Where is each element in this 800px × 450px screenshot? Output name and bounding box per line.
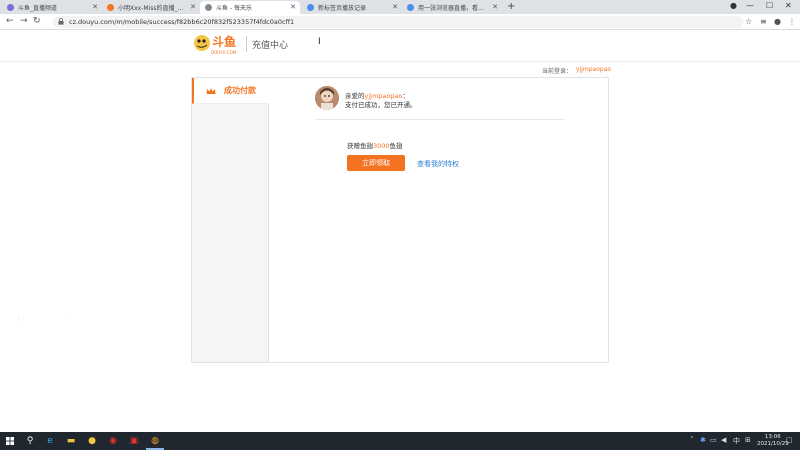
content-divider bbox=[315, 119, 565, 120]
search-icon[interactable]: ⚲ bbox=[24, 435, 36, 447]
close-window-icon[interactable]: ✕ bbox=[785, 1, 792, 10]
view-privileges-link[interactable]: 查看我的特权 bbox=[417, 159, 459, 169]
menu-dots-icon[interactable]: ⋮ bbox=[788, 17, 796, 26]
header-divider-line bbox=[0, 61, 800, 62]
tab-title: 小明Xxx-Miss的直播_斗地... bbox=[118, 5, 188, 12]
faint-mark: · bbox=[68, 316, 70, 322]
browser-tab-bar: 斗鱼_直播频道 ✕ 小明Xxx-Miss的直播_斗地... ✕ 斗鱼 - 每天乐… bbox=[0, 0, 800, 14]
clock-date: 2021/10/29 bbox=[757, 441, 789, 447]
tray-chevron-up-icon[interactable]: ˄ bbox=[690, 436, 694, 444]
gift-amount: 3000 bbox=[373, 142, 390, 150]
sidebar-item-payment-success[interactable]: 成功付款 bbox=[192, 78, 269, 104]
chrome-icon[interactable]: ◍ bbox=[149, 435, 161, 447]
close-icon[interactable]: ✕ bbox=[190, 3, 196, 11]
faint-mark: | bbox=[18, 316, 20, 322]
sidebar-item-label: 成功付款 bbox=[224, 86, 256, 95]
new-tab-plus-icon[interactable]: + bbox=[507, 1, 515, 12]
tab-title: 斗鱼 - 每天乐 bbox=[216, 5, 252, 12]
page-title: 充值中心 bbox=[252, 41, 289, 51]
clock-time: 13:06 bbox=[764, 434, 781, 440]
crown-icon bbox=[206, 87, 216, 94]
gift-suffix: 鱼翅 bbox=[389, 142, 403, 150]
close-icon[interactable]: ✕ bbox=[92, 3, 98, 11]
volume-icon[interactable]: ◀ bbox=[721, 436, 726, 444]
svg-text:斗鱼: 斗鱼 bbox=[212, 34, 236, 49]
edge-icon[interactable]: e bbox=[44, 435, 56, 447]
video-app-icon[interactable]: ▣ bbox=[128, 435, 140, 447]
bookmark-star-icon[interactable]: ☆ bbox=[745, 17, 752, 26]
browser-toolbar: ← → ↻ cz.douyu.com/m/mobile/success/f82b… bbox=[0, 14, 800, 30]
profile-avatar-icon[interactable]: ● bbox=[774, 17, 781, 26]
lock-icon[interactable] bbox=[58, 18, 64, 25]
sidebar: 成功付款 bbox=[192, 78, 269, 362]
avatar-image-icon bbox=[315, 86, 339, 110]
network-icon[interactable]: ▭ bbox=[710, 436, 717, 444]
douyu-app-icon[interactable]: ● bbox=[86, 435, 98, 447]
tab-title: 斗鱼_直播频道 bbox=[18, 5, 58, 12]
login-label: 当前登录： bbox=[542, 68, 573, 75]
tab-favicon-icon bbox=[307, 4, 314, 11]
browser-tab[interactable]: 斗鱼_直播频道 ✕ bbox=[2, 1, 102, 14]
media-icon[interactable]: ≡ bbox=[760, 17, 767, 26]
tab-title: 新标签页播放记录 bbox=[318, 5, 367, 12]
header-divider bbox=[246, 36, 247, 52]
logo-subtext: DOUYU.COM bbox=[211, 50, 237, 55]
gift-text: 获赠鱼翅3000鱼翅 bbox=[347, 140, 403, 150]
ime-icon[interactable]: 中 bbox=[733, 436, 740, 446]
notification-icon[interactable]: ▢ bbox=[786, 436, 793, 444]
gift-prefix: 获赠鱼翅 bbox=[347, 142, 373, 150]
minimize-icon[interactable]: — bbox=[746, 1, 754, 10]
browser-tab-active[interactable]: 斗鱼 - 每天乐 ✕ bbox=[200, 1, 300, 14]
payment-success-message: 支付已成功，您已开通。 bbox=[345, 101, 417, 109]
tab-favicon-icon bbox=[205, 4, 212, 11]
tab-favicon-icon bbox=[7, 4, 14, 11]
tab-title: 用一张浏览器直播，看一场直播... bbox=[418, 5, 488, 12]
browser-tab[interactable]: 新标签页播放记录 ✕ bbox=[302, 1, 402, 14]
file-explorer-icon[interactable]: ▬ bbox=[65, 435, 77, 447]
netease-music-icon[interactable]: ◉ bbox=[107, 435, 119, 447]
user-avatar bbox=[315, 86, 339, 110]
ime-mode-icon[interactable]: ⊞ bbox=[745, 436, 751, 444]
browser-tab[interactable]: 用一张浏览器直播，看一场直播... ✕ bbox=[402, 1, 502, 14]
close-icon[interactable]: ✕ bbox=[392, 3, 398, 11]
maximize-icon[interactable]: ☐ bbox=[766, 1, 773, 10]
mouse-cursor-icon: I bbox=[318, 37, 321, 47]
windows-taskbar: ⚲ e ▬ ● ◉ ▣ ◍ ˄ ✱ ▭ ◀ 中 ⊞ 13:06 2021/10/… bbox=[0, 432, 800, 450]
system-clock[interactable]: 13:06 2021/10/29 bbox=[757, 434, 789, 448]
url-text: cz.douyu.com/m/mobile/success/f82bb6c20f… bbox=[69, 18, 295, 26]
login-username-link[interactable]: yjjmpaopao bbox=[576, 66, 611, 73]
tab-favicon-icon bbox=[107, 4, 114, 11]
bluetooth-icon[interactable]: ✱ bbox=[700, 436, 706, 444]
close-icon[interactable]: ✕ bbox=[492, 3, 498, 11]
profile-icon[interactable]: ● bbox=[730, 1, 737, 10]
windows-start-icon[interactable] bbox=[4, 435, 16, 447]
reload-icon[interactable]: ↻ bbox=[33, 16, 41, 26]
tab-favicon-icon bbox=[407, 4, 414, 11]
browser-tab[interactable]: 小明Xxx-Miss的直播_斗地... ✕ bbox=[102, 1, 200, 14]
main-panel: 成功付款 亲爱的yjjmpaopao： 支付已成功，您已开通。 获赠鱼翅3000… bbox=[191, 77, 609, 363]
claim-button[interactable]: 立即领取 bbox=[347, 155, 405, 171]
address-bar[interactable]: cz.douyu.com/m/mobile/success/f82bb6c20f… bbox=[53, 16, 743, 28]
close-icon[interactable]: ✕ bbox=[290, 3, 296, 11]
back-arrow-icon[interactable]: ← bbox=[6, 16, 14, 26]
forward-arrow-icon[interactable]: → bbox=[20, 16, 28, 26]
